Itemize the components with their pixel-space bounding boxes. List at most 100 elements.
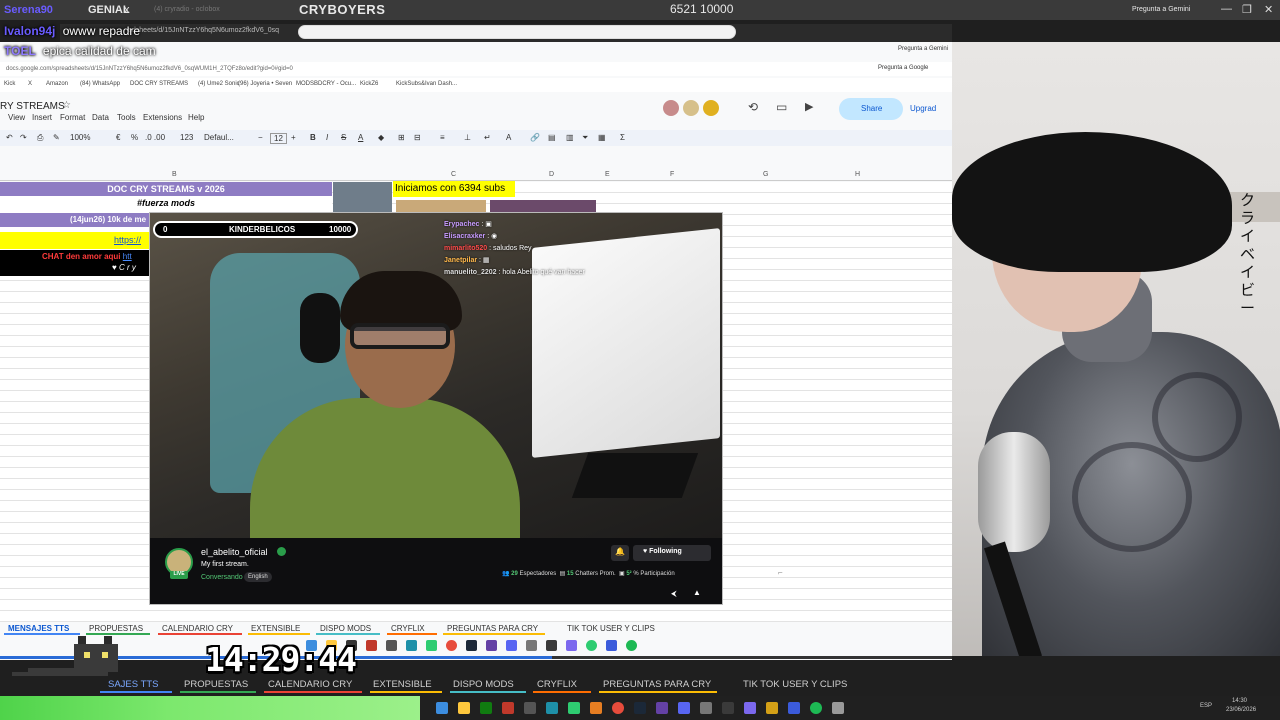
filter-icon[interactable]: ⏷ — [582, 133, 588, 143]
font-select[interactable]: Defaul... — [204, 133, 234, 142]
browser-tab-second[interactable]: (4) cryradio - oclobox — [154, 6, 220, 13]
decimal-buttons[interactable]: .0 .00 — [145, 133, 165, 142]
share-icon[interactable]: ⮜ — [671, 589, 677, 599]
twitch-icon[interactable] — [656, 702, 668, 714]
merge-icon[interactable]: ⊟ — [414, 133, 421, 142]
upgrade-button[interactable]: Upgrad — [910, 104, 936, 113]
gemini-chip[interactable]: Pregunta a Gemini — [898, 46, 948, 52]
bookmark[interactable]: Amazon — [46, 81, 68, 87]
percent-button[interactable]: % — [131, 133, 138, 142]
chrome-icon[interactable] — [612, 702, 624, 714]
app-icon[interactable] — [546, 640, 557, 651]
borders-icon[interactable]: ⊞ — [398, 133, 405, 142]
app-icon[interactable] — [406, 640, 417, 651]
app-icon[interactable] — [568, 702, 580, 714]
gemini-button[interactable]: Pregunta a Gemini — [1132, 6, 1190, 13]
minimize-icon[interactable]: — — [1221, 3, 1232, 15]
bookmark[interactable]: (96) Joyeria • Seven — [238, 81, 292, 87]
fill-color-icon[interactable]: ◆ — [378, 133, 384, 142]
redo-icon[interactable]: ↷ — [20, 133, 27, 142]
views-icon[interactable]: ▦ — [598, 133, 606, 142]
text-color-icon[interactable]: A — [358, 133, 363, 142]
bookmark[interactable]: (84) WhatsApp — [80, 81, 120, 87]
app-icon[interactable] — [524, 702, 536, 714]
sheet-tab-dispo-mods[interactable]: DISPO MODS — [320, 624, 371, 633]
app-icon[interactable] — [606, 640, 617, 651]
sheet-tab-calendario[interactable]: CALENDARIO CRY — [162, 624, 233, 633]
link-cell[interactable]: https:// — [0, 232, 150, 249]
windows-start-icon[interactable] — [436, 702, 448, 714]
number-format-button[interactable]: 123 — [180, 133, 193, 142]
keyboard-language[interactable]: ESP — [1200, 703, 1212, 709]
menu-insert[interactable]: Insert — [32, 113, 52, 122]
undo-icon[interactable]: ↶ — [6, 133, 13, 142]
avatar[interactable] — [703, 100, 719, 116]
xbox-icon[interactable] — [480, 702, 492, 714]
insert-comment-icon[interactable]: ▤ — [548, 133, 556, 142]
menu-format[interactable]: Format — [60, 113, 85, 122]
app-icon[interactable] — [526, 640, 537, 651]
sheet-tab-tiktok[interactable]: TIK TOK USER Y CLIPS — [567, 624, 655, 633]
image-thumbnail[interactable] — [333, 182, 392, 212]
font-decrease-icon[interactable]: − — [258, 133, 263, 142]
steam-icon[interactable] — [466, 640, 477, 651]
menu-view[interactable]: View — [8, 113, 25, 122]
app-icon[interactable] — [566, 640, 577, 651]
doc-header-cell[interactable]: DOC CRY STREAMS v 2026 — [0, 182, 332, 196]
print-icon[interactable]: ⎙ — [37, 133, 43, 143]
column-header[interactable]: G — [763, 171, 768, 178]
spotify-icon[interactable] — [810, 702, 822, 714]
sheet-tab-preguntas[interactable]: PREGUNTAS PARA CRY — [447, 624, 538, 633]
wrap-icon[interactable]: ↵ — [484, 133, 491, 142]
app-icon[interactable] — [766, 702, 778, 714]
sheet-tab-propuestas[interactable]: PROPUESTAS — [184, 679, 248, 690]
stream-video[interactable]: 0 KINDERBELICOS 10000 Erypachec : ▣ Elis… — [150, 213, 722, 548]
bookmark[interactable]: MODSBDCRY - Ocu... — [296, 81, 356, 87]
app-icon[interactable] — [700, 702, 712, 714]
history-icon[interactable]: ⟲ — [748, 100, 758, 114]
tray-time[interactable]: 14:30 — [1232, 698, 1247, 704]
spotify-icon[interactable] — [586, 640, 597, 651]
italic-icon[interactable]: I — [326, 133, 328, 142]
date-cell[interactable]: (14jun26) 10k de me — [0, 213, 150, 227]
address-bar[interactable] — [298, 25, 736, 39]
bookmark[interactable]: (4) Ume2 Sonic — [198, 81, 240, 87]
avatar[interactable] — [683, 100, 699, 116]
bold-icon[interactable]: B — [310, 133, 316, 142]
app-icon[interactable] — [788, 702, 800, 714]
star-icon[interactable]: ☆ — [62, 100, 71, 111]
report-icon[interactable]: ▲ — [693, 588, 701, 597]
file-explorer-icon[interactable] — [458, 702, 470, 714]
menu-extensions[interactable]: Extensions — [143, 113, 182, 122]
menu-data[interactable]: Data — [92, 113, 109, 122]
chat-cell[interactable]: CHAT den amor aqui htt ♥ C r y — [0, 250, 150, 276]
fuerza-mods-cell[interactable]: #fuerza mods — [0, 197, 332, 210]
sheet-tab-cryflix[interactable]: CRYFLIX — [537, 679, 577, 690]
menu-help[interactable]: Help — [188, 113, 204, 122]
following-button[interactable]: ♥ Following — [633, 545, 711, 561]
sheet-tab-preguntas[interactable]: PREGUNTAS PARA CRY — [603, 679, 711, 690]
sheet-tab-dispo-mods[interactable]: DISPO MODS — [453, 679, 514, 690]
app-icon[interactable] — [744, 702, 756, 714]
bookmark[interactable]: Kick — [4, 81, 15, 87]
meet-icon[interactable]: ▶ — [805, 100, 813, 113]
chat-cell-link[interactable]: htt — [123, 252, 132, 261]
stream-category[interactable]: Conversando — [201, 574, 243, 581]
avatar[interactable] — [663, 100, 679, 116]
column-header[interactable]: C — [451, 171, 456, 178]
sheet-tab-cryflix[interactable]: CRYFLIX — [391, 624, 425, 633]
tab-close-icon[interactable]: x — [124, 4, 130, 16]
bookmark[interactable]: X — [28, 81, 32, 87]
discord-icon[interactable] — [678, 702, 690, 714]
app-icon[interactable] — [366, 640, 377, 651]
column-header[interactable]: E — [605, 171, 610, 178]
app-icon[interactable] — [546, 702, 558, 714]
tray-date[interactable]: 23/06/2026 — [1226, 707, 1256, 713]
close-icon[interactable]: ✕ — [1264, 3, 1273, 16]
functions-icon[interactable]: Σ — [620, 133, 625, 142]
twitch-icon[interactable] — [486, 640, 497, 651]
paint-format-icon[interactable]: ✎ — [53, 133, 60, 142]
column-header[interactable]: H — [855, 171, 860, 178]
app-icon[interactable] — [386, 640, 397, 651]
app-icon[interactable] — [832, 702, 844, 714]
